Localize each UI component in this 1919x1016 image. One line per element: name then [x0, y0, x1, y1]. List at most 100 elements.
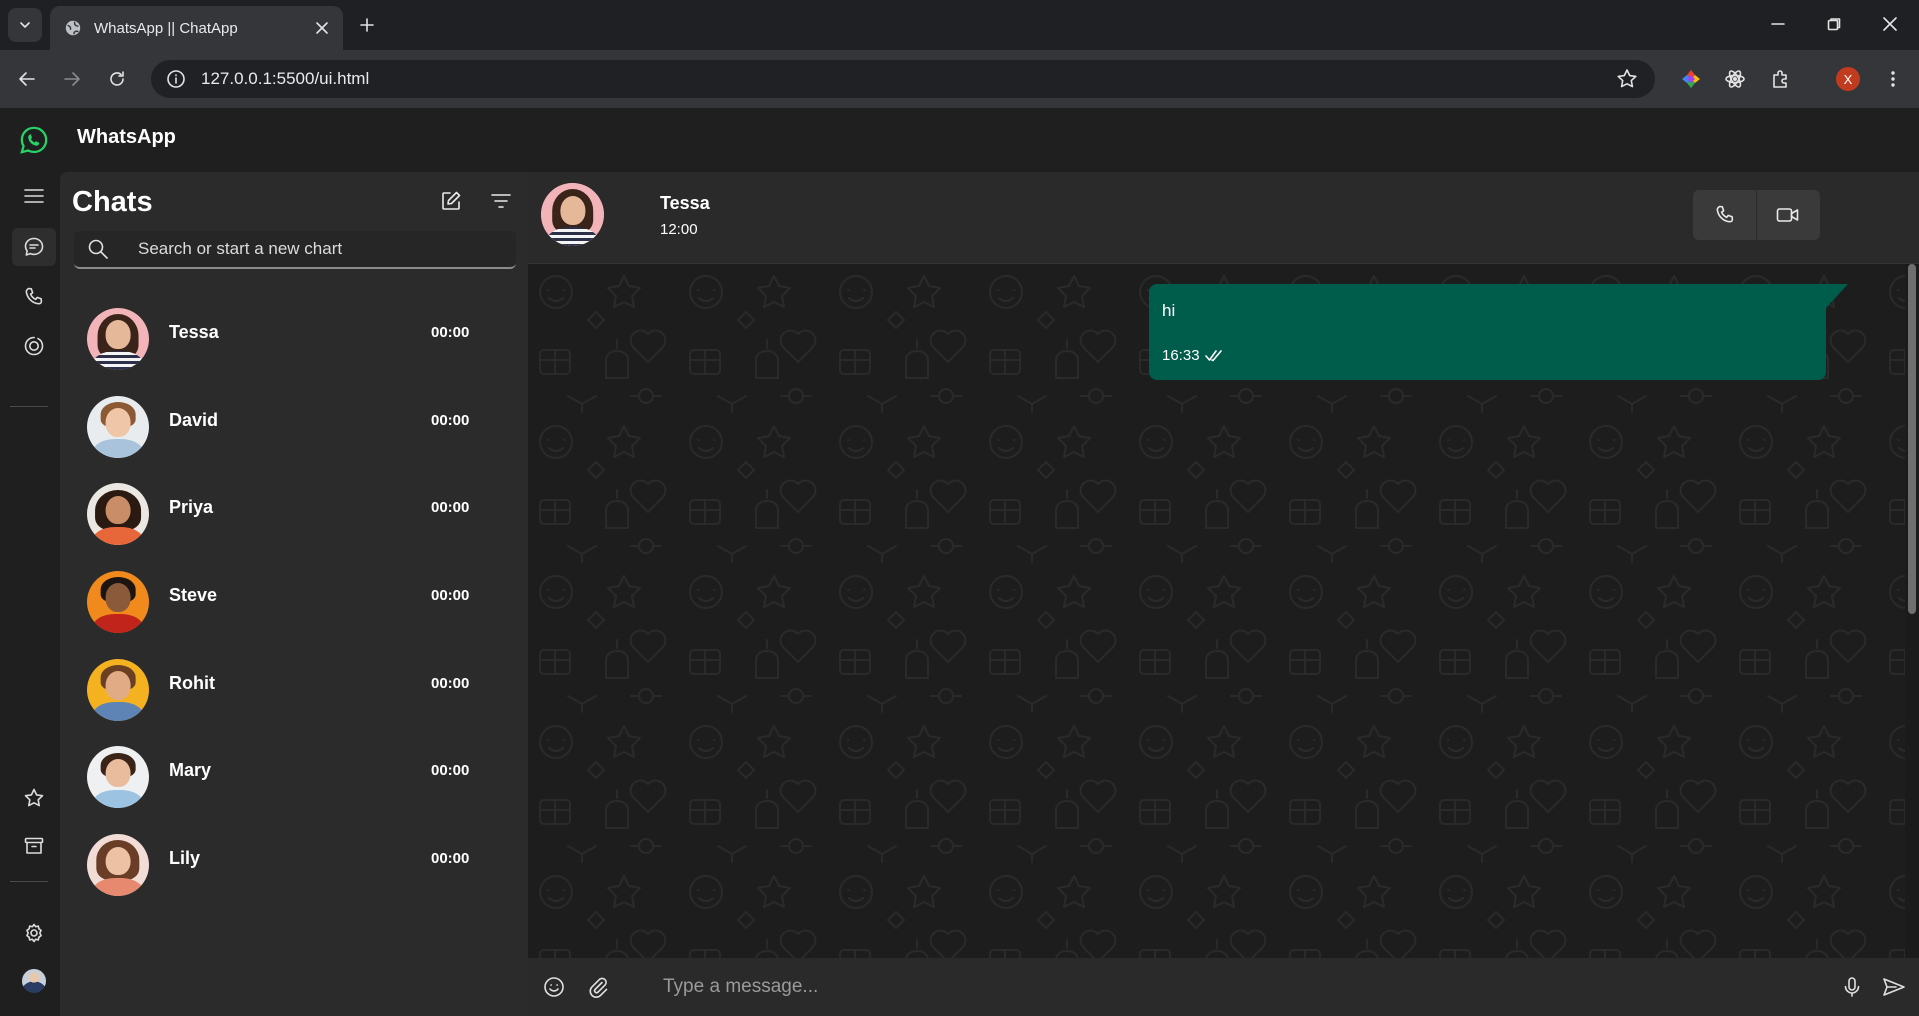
- menu-button[interactable]: [12, 177, 56, 215]
- globe-icon: [65, 20, 81, 36]
- contact-name: Mary: [169, 760, 212, 781]
- message-meta: 16:33: [1162, 347, 1223, 364]
- voice-call-button[interactable]: [1693, 190, 1756, 240]
- contact-name: Steve: [169, 585, 218, 606]
- contact-avatar: [87, 308, 149, 370]
- whatsapp-logo-icon: [20, 126, 48, 154]
- video-call-button[interactable]: [1756, 190, 1819, 240]
- nav-calls[interactable]: [12, 278, 56, 316]
- contact-name: Rohit: [169, 672, 215, 693]
- compose-icon: [442, 191, 461, 210]
- call-actions: [1693, 190, 1820, 240]
- filter-button[interactable]: [486, 186, 516, 216]
- forward-button[interactable]: [55, 62, 89, 96]
- tab-search-button[interactable]: [8, 8, 42, 42]
- chat-list-item[interactable]: Steve 00:00: [60, 571, 528, 659]
- browser-tab-bar: WhatsApp || ChatApp: [0, 0, 1919, 50]
- contact-name: Tessa: [169, 322, 219, 342]
- outgoing-message[interactable]: hi 16:33: [1149, 284, 1848, 380]
- chat-list: Tessa 00:00 David 00:00 Priya 00:00 Stev…: [60, 308, 528, 922]
- phone-icon: [1716, 205, 1733, 223]
- nav-status[interactable]: [12, 327, 56, 365]
- browser-menu-button[interactable]: [1876, 62, 1910, 96]
- color-picker-extension-icon: [1682, 70, 1700, 88]
- contact-avatar: [87, 834, 149, 897]
- gear-icon: [26, 923, 42, 943]
- contact-avatar: [87, 571, 149, 634]
- extension-react-button[interactable]: [1718, 62, 1752, 96]
- nav-chats[interactable]: [12, 228, 56, 266]
- conversation-panel: Tessa 12:00 hi 16:33 Type a message...: [528, 172, 1919, 1016]
- message-scrollbar[interactable]: [1905, 264, 1919, 958]
- video-camera-icon: [1776, 208, 1799, 222]
- app-title: WhatsApp: [77, 126, 176, 148]
- send-icon: [1883, 978, 1905, 996]
- contact-avatar[interactable]: [541, 183, 604, 246]
- extensions-button[interactable]: [1764, 62, 1798, 96]
- last-message-time: 00:00: [431, 411, 470, 429]
- tab-close-button[interactable]: [311, 17, 333, 39]
- profile-avatar[interactable]: X: [1836, 67, 1860, 91]
- search-input[interactable]: [138, 239, 498, 259]
- chat-list-item[interactable]: David 00:00: [60, 395, 528, 484]
- scroll-thumb[interactable]: [1908, 264, 1916, 614]
- url-text[interactable]: 127.0.0.1:5500/ui.html: [201, 69, 1615, 89]
- rail-divider: [10, 881, 48, 882]
- navigation-rail: [0, 172, 60, 1016]
- last-message-time: 00:00: [431, 587, 470, 605]
- contact-avatar: [87, 658, 149, 721]
- send-button[interactable]: [1880, 973, 1908, 1001]
- window-close-button[interactable]: [1862, 0, 1918, 48]
- minimize-icon: [1771, 23, 1785, 25]
- voice-message-button[interactable]: [1838, 973, 1866, 1001]
- chat-list-item[interactable]: Lily 00:00: [60, 834, 528, 922]
- last-message-time: 00:00: [431, 762, 470, 780]
- plus-icon: [360, 18, 374, 32]
- kebab-menu-icon: [1891, 71, 1895, 87]
- contact-avatar: [87, 746, 149, 809]
- new-tab-button[interactable]: [352, 10, 382, 40]
- reload-icon: [110, 71, 124, 86]
- contact-avatar: [87, 395, 149, 458]
- chat-bubble-icon: [24, 237, 44, 256]
- browser-tab[interactable]: WhatsApp || ChatApp: [50, 6, 343, 50]
- archive-icon: [24, 837, 44, 854]
- phone-icon: [25, 287, 43, 305]
- star-icon: [24, 788, 44, 807]
- chat-list-item[interactable]: Rohit 00:00: [60, 658, 528, 747]
- reload-button[interactable]: [100, 62, 134, 96]
- contact-status: 12:00: [660, 221, 698, 238]
- chat-list-item[interactable]: Mary 00:00: [60, 746, 528, 834]
- atom-icon: [1725, 70, 1745, 88]
- rail-divider: [10, 406, 48, 407]
- close-icon: [1883, 17, 1897, 31]
- nav-settings[interactable]: [12, 914, 56, 952]
- arrow-right-icon: [64, 72, 80, 86]
- back-button[interactable]: [10, 62, 44, 96]
- app-header: WhatsApp: [0, 108, 1919, 172]
- chat-list-panel: Chats Tessa 00:00: [60, 172, 528, 1016]
- contact-name: David: [169, 409, 219, 430]
- search-box[interactable]: [74, 231, 516, 269]
- extension-color-button[interactable]: [1674, 62, 1708, 96]
- nav-starred[interactable]: [12, 779, 56, 817]
- address-bar[interactable]: 127.0.0.1:5500/ui.html: [151, 60, 1655, 98]
- new-chat-button[interactable]: [436, 186, 466, 216]
- restore-icon: [1827, 18, 1841, 31]
- bubble-tail: [1826, 284, 1848, 308]
- info-icon[interactable]: [165, 68, 187, 90]
- attach-button[interactable]: [584, 973, 612, 1001]
- emoji-button[interactable]: [540, 973, 568, 1001]
- user-avatar[interactable]: [22, 969, 46, 993]
- chat-list-item[interactable]: Priya 00:00: [60, 483, 528, 571]
- message-time: 16:33: [1162, 347, 1200, 364]
- bookmark-star-icon[interactable]: [1615, 67, 1639, 91]
- chats-heading: Chats: [72, 186, 153, 218]
- chat-list-item[interactable]: Tessa 00:00: [60, 308, 528, 396]
- minimize-button[interactable]: [1750, 0, 1806, 48]
- nav-archived[interactable]: [12, 827, 56, 865]
- message-input[interactable]: [663, 973, 1813, 1001]
- tab-title: WhatsApp || ChatApp: [94, 19, 238, 37]
- microphone-icon: [1844, 977, 1860, 997]
- restore-button[interactable]: [1806, 0, 1862, 48]
